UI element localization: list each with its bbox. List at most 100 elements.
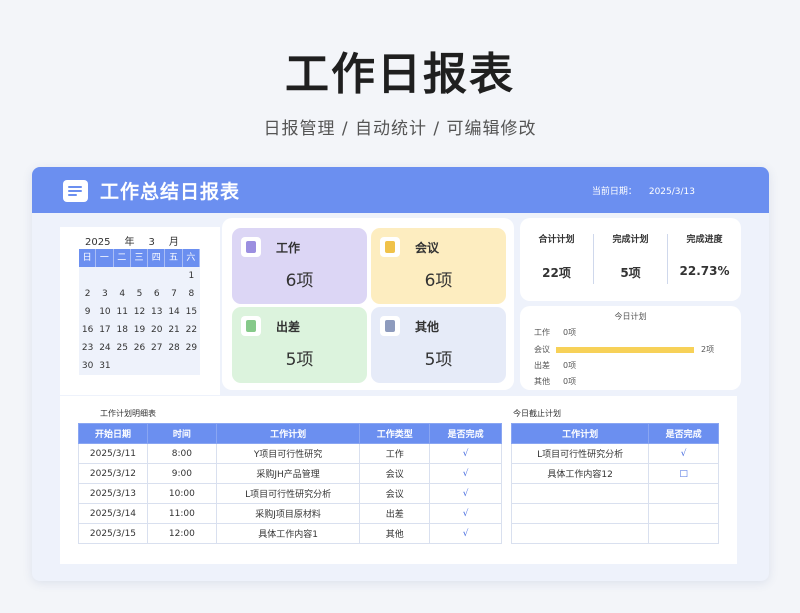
table-cell[interactable]: 其他 (359, 523, 431, 544)
table-cell[interactable]: √ (429, 483, 502, 504)
calendar-day[interactable]: 9 (79, 303, 97, 321)
calendar-day[interactable]: 5 (130, 285, 149, 303)
table-cell[interactable]: 采购J项目原材料 (215, 503, 361, 524)
table-cell[interactable] (648, 523, 719, 544)
calendar-day[interactable]: 30 (79, 357, 97, 375)
table-row[interactable]: 2025/3/11 8:00 Y项目可行性研究 工作 √ (78, 443, 502, 464)
table-cell[interactable]: 11:00 (146, 503, 217, 524)
document-icon (241, 237, 261, 257)
table-cell[interactable] (648, 483, 719, 504)
today-plan-bar-row: 出差 0项 (534, 360, 734, 371)
table-cell[interactable] (648, 503, 719, 524)
today-plan-bar-row: 工作 0项 (534, 327, 734, 338)
stat-progress-value: 22.73% (679, 264, 730, 278)
lower-section: 工作计划明细表 开始日期 时间 工作计划 工作类型 是否完成 2025/3/11 8:00 Y… (60, 396, 737, 564)
table-cell[interactable]: L项目可行性研究分析 (215, 483, 361, 504)
table-cell[interactable]: √ (429, 523, 502, 544)
table-cell[interactable]: □ (648, 463, 719, 484)
table-cell[interactable]: √ (429, 443, 502, 464)
calendar-day[interactable]: 3 (96, 285, 114, 303)
table-cell[interactable]: 2025/3/13 (78, 483, 148, 504)
table-row[interactable] (510, 503, 719, 524)
calendar-day (182, 357, 200, 375)
calendar-day[interactable]: 12 (130, 303, 149, 321)
calendar-day[interactable]: 15 (182, 303, 200, 321)
table-cell[interactable]: 会议 (359, 463, 431, 484)
today-plan-bar-row: 其他 0项 (534, 376, 734, 387)
calendar-day[interactable]: 7 (165, 285, 183, 303)
table-cell[interactable]: 2025/3/11 (78, 443, 148, 464)
calendar-day (148, 357, 166, 375)
category-tile: 其他 5项 (371, 307, 506, 383)
table-cell[interactable]: 会议 (359, 483, 431, 504)
today-plan-bar-label: 会议 (534, 345, 550, 354)
table-cell[interactable]: 具体工作内容12 (510, 463, 650, 484)
calendar-day[interactable]: 4 (113, 285, 131, 303)
table-cell[interactable]: Y项目可行性研究 (215, 443, 361, 464)
calendar-day[interactable]: 27 (148, 339, 166, 357)
table-row[interactable]: 具体工作内容12 □ (510, 463, 719, 484)
calendar-day[interactable]: 28 (165, 339, 183, 357)
table-cell[interactable]: L项目可行性研究分析 (510, 443, 650, 464)
column-header: 工作计划 (215, 423, 361, 444)
table-cell[interactable]: 采购JH产品管理 (215, 463, 361, 484)
table-row[interactable]: L项目可行性研究分析 √ (510, 443, 719, 464)
calendar-day[interactable]: 8 (182, 285, 200, 303)
calendar-day[interactable]: 20 (148, 321, 166, 339)
table-cell[interactable]: 2025/3/14 (78, 503, 148, 524)
table-header-row: 工作计划 是否完成 (510, 423, 719, 444)
table-cell[interactable] (510, 503, 650, 524)
table-cell[interactable]: √ (429, 463, 502, 484)
table-row[interactable] (510, 483, 719, 504)
table-cell[interactable]: √ (648, 443, 719, 464)
calendar-day[interactable]: 14 (165, 303, 183, 321)
calendar-day[interactable]: 24 (96, 339, 114, 357)
calendar-day[interactable]: 18 (113, 321, 131, 339)
table-cell[interactable]: 2025/3/15 (78, 523, 148, 544)
calendar-weekday: 日 (79, 249, 97, 267)
table-cell[interactable]: 8:00 (146, 443, 217, 464)
table-row[interactable] (510, 523, 719, 544)
table-cell[interactable] (510, 523, 650, 544)
calendar-day[interactable]: 26 (130, 339, 149, 357)
calendar-day (79, 267, 97, 285)
today-plan-bar-label: 出差 (534, 361, 550, 370)
category-count: 6项 (424, 271, 453, 291)
calendar-day[interactable]: 1 (182, 267, 200, 285)
calendar-day (165, 267, 183, 285)
calendar-day[interactable]: 22 (182, 321, 200, 339)
column-header: 是否完成 (648, 423, 719, 444)
column-header: 是否完成 (429, 423, 502, 444)
calendar-day[interactable]: 11 (113, 303, 131, 321)
table-row[interactable]: 2025/3/12 9:00 采购JH产品管理 会议 √ (78, 463, 502, 484)
calendar-day[interactable]: 25 (113, 339, 131, 357)
calendar-day[interactable]: 17 (96, 321, 114, 339)
table-cell[interactable]: 12:00 (146, 523, 217, 544)
table-cell[interactable]: 工作 (359, 443, 431, 464)
calendar-day[interactable]: 31 (96, 357, 114, 375)
table-cell[interactable]: √ (429, 503, 502, 524)
table-row[interactable]: 2025/3/13 10:00 L项目可行性研究分析 会议 √ (78, 483, 502, 504)
table-cell[interactable]: 具体工作内容1 (215, 523, 361, 544)
table-cell[interactable]: 2025/3/12 (78, 463, 148, 484)
calendar-day[interactable]: 10 (96, 303, 114, 321)
table-row[interactable]: 2025/3/15 12:00 具体工作内容1 其他 √ (78, 523, 502, 544)
calendar-day[interactable]: 19 (130, 321, 149, 339)
today-plan-bar-label: 其他 (534, 377, 550, 386)
calendar-day[interactable]: 16 (79, 321, 97, 339)
calendar-day[interactable]: 6 (148, 285, 166, 303)
calendar-day[interactable]: 21 (165, 321, 183, 339)
table-cell[interactable]: 10:00 (146, 483, 217, 504)
calendar-day[interactable]: 13 (148, 303, 166, 321)
stat-total: 合计计划 22项 (520, 218, 593, 301)
calendar-day[interactable]: 29 (182, 339, 200, 357)
calendar-day[interactable]: 23 (79, 339, 97, 357)
table-cell[interactable]: 出差 (359, 503, 431, 524)
calendar-days: 1 2 3 4 5 6 7 8 9 10 11 12 13 14 15 16 17 18 19 20 21 22 23 24 2… (79, 267, 200, 375)
calendar-day[interactable]: 2 (79, 285, 97, 303)
table-cell[interactable]: 9:00 (146, 463, 217, 484)
table-row[interactable]: 2025/3/14 11:00 采购J项目原材料 出差 √ (78, 503, 502, 524)
table-cell[interactable] (510, 483, 650, 504)
calendar-week: 16 17 18 19 20 21 22 (79, 321, 200, 339)
document-icon (380, 316, 400, 336)
